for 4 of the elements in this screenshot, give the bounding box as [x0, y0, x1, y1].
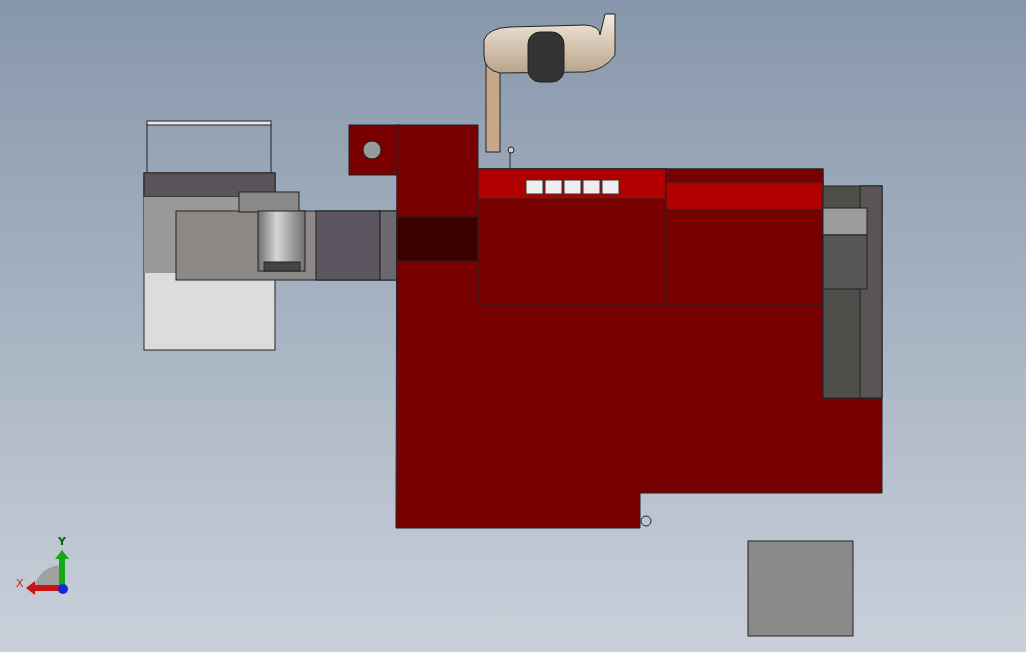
y-axis-label: Y — [58, 535, 66, 548]
x-axis-label: X — [16, 577, 24, 590]
cad-viewport[interactable]: Y X — [0, 0, 1026, 652]
axis-triad-icon — [26, 550, 69, 595]
